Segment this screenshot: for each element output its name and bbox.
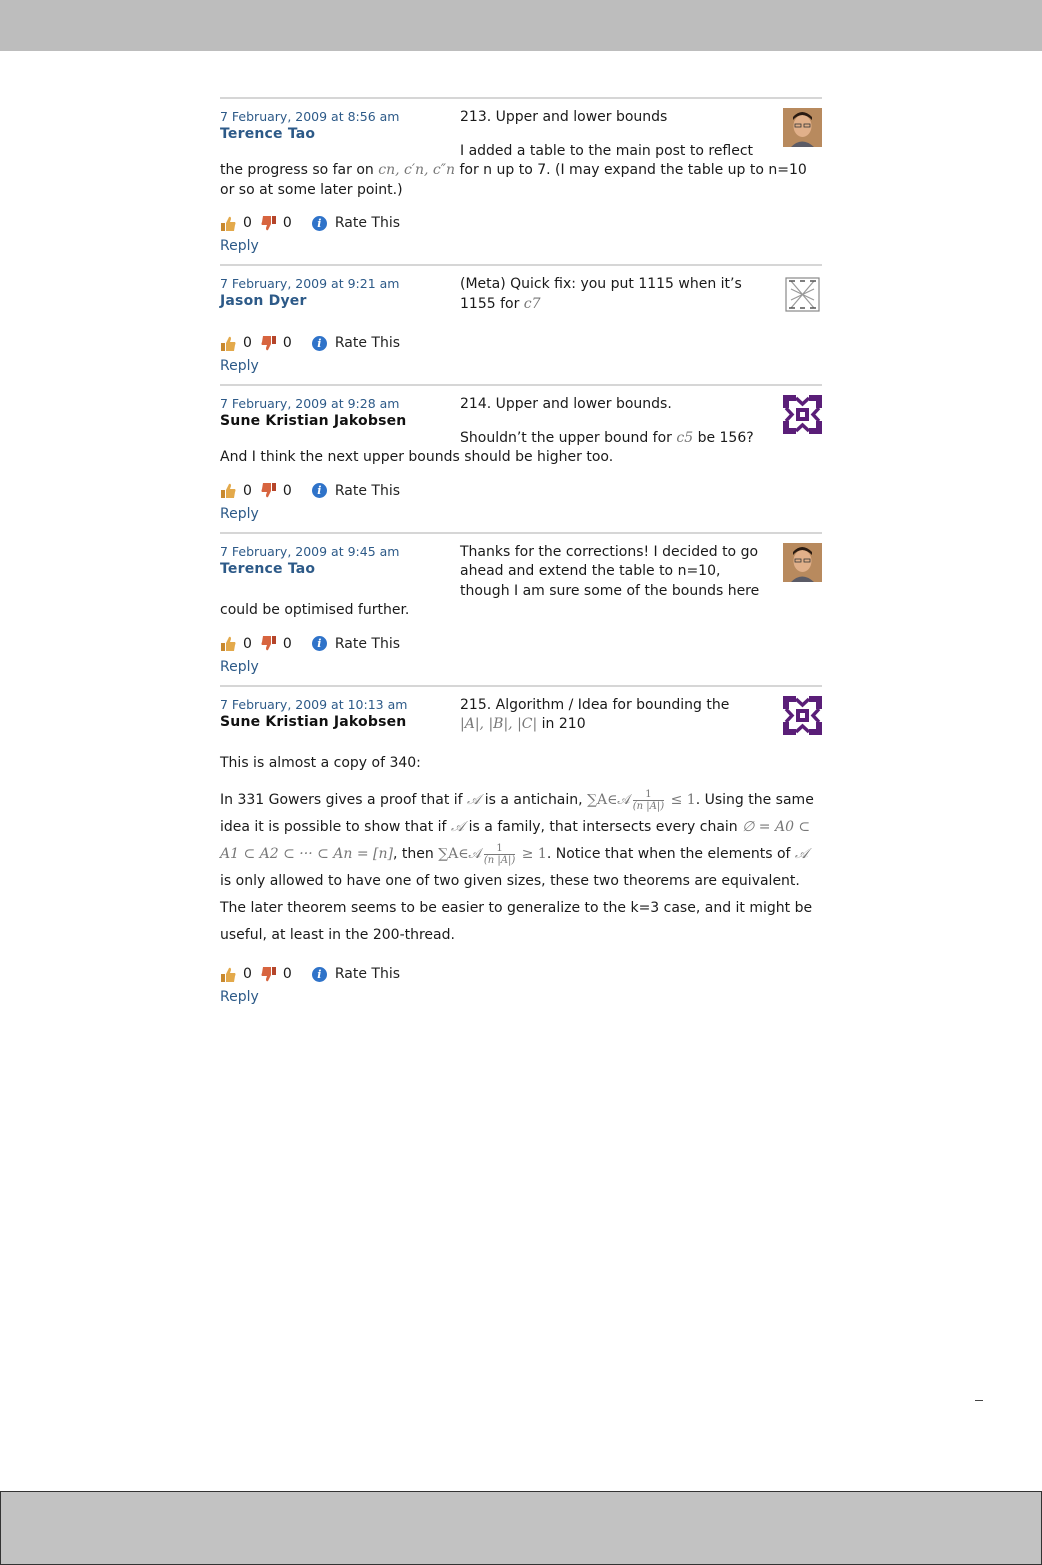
math-expression: ∑A∈𝒜 bbox=[438, 846, 482, 862]
like-count: 0 bbox=[243, 966, 252, 982]
comment-feed: 7 February, 2009 at 8:56 am Terence Tao … bbox=[220, 97, 822, 1015]
rate-this-link[interactable]: Rate This bbox=[335, 483, 400, 499]
like-count: 0 bbox=[243, 335, 252, 351]
dislike-count: 0 bbox=[282, 335, 292, 351]
like-count: 0 bbox=[243, 215, 252, 231]
avatar[interactable] bbox=[783, 108, 822, 147]
info-icon[interactable]: i bbox=[311, 483, 327, 498]
avatar[interactable] bbox=[783, 695, 822, 735]
math-fraction: 1 (n |A|) bbox=[483, 842, 516, 866]
top-toolbar bbox=[0, 0, 1042, 51]
comment-date[interactable]: 7 February, 2009 at 9:45 am bbox=[220, 543, 450, 560]
thumbs-up-icon[interactable] bbox=[220, 335, 237, 352]
thumbs-up-icon[interactable] bbox=[220, 966, 237, 983]
comment-date[interactable]: 7 February, 2009 at 9:21 am bbox=[220, 275, 450, 292]
comment-text: (Meta) Quick fix: you put 1115 when it’s… bbox=[460, 276, 742, 312]
dislike-count: 0 bbox=[282, 966, 292, 982]
math-expression: ∑A∈𝒜 bbox=[587, 792, 631, 808]
comment: 7 February, 2009 at 9:45 am Terence Tao … bbox=[220, 531, 822, 685]
comment-title: 213. Upper and lower bounds bbox=[460, 109, 668, 125]
math-expression: ≤ 1 bbox=[666, 792, 696, 808]
thumbs-up-icon[interactable] bbox=[220, 635, 237, 652]
math-expression: 𝒜 bbox=[467, 792, 481, 808]
rating-bar: 0 0 i Rate This bbox=[220, 212, 822, 234]
math-expression: c7 bbox=[523, 295, 541, 312]
reply-link[interactable]: Reply bbox=[220, 657, 822, 677]
rate-this-link[interactable]: Rate This bbox=[335, 215, 400, 231]
math-expression: |A|, |B|, |C| bbox=[460, 716, 538, 732]
dislike-count: 0 bbox=[282, 215, 292, 231]
comment: 7 February, 2009 at 8:56 am Terence Tao … bbox=[220, 97, 822, 264]
comment-text: could be optimised further. bbox=[220, 602, 410, 618]
rate-this-link[interactable]: Rate This bbox=[335, 636, 400, 652]
math-expression: cn, c′n, c″n bbox=[378, 162, 456, 178]
rate-this-link[interactable]: Rate This bbox=[335, 966, 400, 982]
thumbs-down-icon[interactable] bbox=[260, 215, 277, 232]
info-icon[interactable]: i bbox=[311, 215, 327, 231]
reply-link[interactable]: Reply bbox=[220, 987, 822, 1007]
rating-bar: 0 0 i Rate This bbox=[220, 480, 822, 502]
rating-bar: 0 0 i Rate This bbox=[220, 963, 822, 985]
comment-date[interactable]: 7 February, 2009 at 8:56 am bbox=[220, 108, 450, 125]
reply-link[interactable]: Reply bbox=[220, 504, 822, 524]
comment-text: Shouldn’t the upper bound for c5 be 156? bbox=[460, 429, 754, 446]
rating-bar: 0 0 i Rate This bbox=[220, 633, 822, 655]
reply-link[interactable]: Reply bbox=[220, 356, 822, 376]
info-icon[interactable]: i bbox=[311, 966, 327, 982]
comment: 7 February, 2009 at 10:13 am Sune Kristi… bbox=[220, 684, 822, 1016]
comment-author[interactable]: Terence Tao bbox=[220, 560, 450, 578]
comment-title: 215. Algorithm / Idea for bounding the |… bbox=[460, 696, 730, 733]
comment-paragraph: In 331 Gowers gives a proof that if 𝒜 is… bbox=[220, 788, 814, 944]
avatar[interactable] bbox=[783, 275, 822, 314]
thumbs-up-icon[interactable] bbox=[220, 215, 237, 232]
comment-paragraph: This is almost a copy of 340: bbox=[220, 754, 421, 771]
thumbs-down-icon[interactable] bbox=[260, 482, 277, 499]
info-icon[interactable]: i bbox=[311, 335, 327, 351]
comment-author: Sune Kristian Jakobsen bbox=[220, 413, 407, 429]
like-count: 0 bbox=[243, 482, 252, 499]
thumbs-down-icon[interactable] bbox=[260, 966, 277, 983]
rate-this-link[interactable]: Rate This bbox=[335, 335, 400, 351]
comment-text: And I think the next upper bounds should… bbox=[220, 449, 614, 465]
comment: 7 February, 2009 at 9:21 am Jason Dyer (… bbox=[220, 264, 822, 384]
info-icon[interactable]: i bbox=[311, 636, 327, 651]
avatar[interactable] bbox=[783, 542, 822, 582]
comment-text: I added a table to the main post to refl… bbox=[460, 142, 754, 159]
math-expression: 𝒜 bbox=[450, 819, 465, 835]
thumbs-down-icon[interactable] bbox=[260, 335, 277, 352]
rating-bar: 0 0 i Rate This bbox=[220, 332, 822, 354]
dislike-count: 0 bbox=[282, 635, 292, 652]
thumbs-down-icon[interactable] bbox=[260, 635, 277, 652]
page-marker bbox=[975, 1400, 983, 1401]
bottom-toolbar bbox=[0, 1491, 1042, 1565]
thumbs-up-icon[interactable] bbox=[220, 482, 237, 499]
math-expression: c5 bbox=[676, 429, 694, 446]
comment-author[interactable]: Jason Dyer bbox=[220, 292, 450, 310]
avatar[interactable] bbox=[783, 395, 822, 434]
comment-author[interactable]: Terence Tao bbox=[220, 125, 450, 143]
dislike-count: 0 bbox=[282, 482, 292, 499]
comment: 7 February, 2009 at 9:28 am Sune Kristia… bbox=[220, 384, 822, 532]
comment-date[interactable]: 7 February, 2009 at 10:13 am bbox=[220, 696, 450, 713]
reply-link[interactable]: Reply bbox=[220, 236, 822, 256]
math-fraction: 1 (n |A|) bbox=[632, 788, 665, 812]
comment-title: 214. Upper and lower bounds. bbox=[460, 396, 672, 412]
comment-date[interactable]: 7 February, 2009 at 9:28 am bbox=[220, 395, 450, 412]
like-count: 0 bbox=[243, 635, 252, 652]
math-expression: 𝒜 bbox=[794, 846, 809, 862]
comment-text: Thanks for the corrections! I decided to… bbox=[460, 543, 760, 599]
comment-author: Sune Kristian Jakobsen bbox=[220, 713, 407, 730]
math-expression: ≥ 1 bbox=[517, 846, 547, 862]
